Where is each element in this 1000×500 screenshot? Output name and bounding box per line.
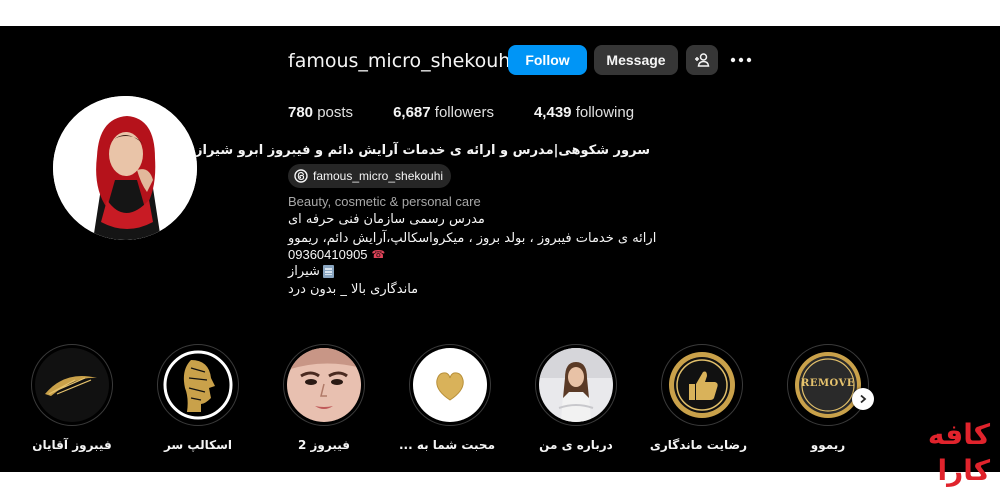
threads-link[interactable]: famous_micro_shekouhi	[288, 164, 452, 188]
golden-brow-icon	[35, 348, 109, 422]
bio-line: ارائه ی خدمات فیبروز ، بولد بروز ، میکرو…	[288, 231, 657, 246]
watermark-line: کافه	[927, 418, 990, 451]
highlight-cover	[161, 348, 235, 422]
remove-badge-text: REMOVE	[801, 378, 855, 389]
highlight-cover: REMOVE	[791, 348, 865, 422]
follow-button[interactable]: Follow	[508, 45, 587, 75]
followers-stat[interactable]: 6,687 followers	[393, 104, 494, 121]
followers-count: 6,687	[393, 104, 431, 121]
threads-icon	[294, 169, 308, 183]
highlight-label: رضایت ماندگاری	[649, 438, 747, 452]
threads-handle: famous_micro_shekouhi	[313, 169, 444, 183]
posts-stat: 780 posts	[288, 104, 353, 121]
face-photo	[287, 348, 361, 422]
highlight-cover	[665, 348, 739, 422]
profile-avatar[interactable]	[53, 96, 197, 240]
highlight-item[interactable]: فیبروز آقایان	[27, 344, 117, 452]
following-count: 4,439	[533, 104, 572, 121]
highlight-cover	[287, 348, 361, 422]
highlight-ring	[535, 344, 617, 426]
bio-city: شیراز	[288, 264, 334, 279]
add-user-icon	[695, 53, 710, 67]
portrait-photo	[539, 348, 613, 422]
highlight-ring	[409, 344, 491, 426]
highlight-label: ریموو	[810, 438, 846, 452]
more-dots-icon	[730, 57, 752, 63]
highlight-cover	[35, 348, 109, 422]
bio-phone: 09360410905 ☎	[288, 247, 385, 262]
highlight-ring	[31, 344, 113, 426]
bio-line: ماندگاری بالا _ بدون درد	[288, 282, 419, 297]
highlight-item[interactable]: فیبروز 2	[279, 344, 369, 452]
highlight-label: فیبروز آقایان	[32, 438, 112, 452]
story-highlights: فیبروز آقایان اسکالپ سر فیبروز 2 محبت شم…	[0, 344, 1000, 464]
posts-label: posts	[317, 104, 354, 121]
bio-line: مدرس رسمی سازمان فنی حرفه ای	[288, 212, 485, 227]
highlight-label: اسکالپ سر	[163, 438, 233, 452]
highlight-item[interactable]: رضایت ماندگاری	[649, 344, 747, 452]
highlight-label: فیبروز 2	[297, 438, 351, 452]
chevron-right-icon	[860, 394, 867, 404]
options-button[interactable]	[727, 48, 755, 72]
posts-count: 780	[288, 104, 314, 121]
profile-stats: 780 posts 6,687 followers 4,439 followin…	[288, 104, 674, 121]
highlight-ring	[661, 344, 743, 426]
suggested-users-button[interactable]	[686, 45, 718, 75]
watermark-logo: کافه کارا	[922, 420, 994, 496]
highlights-next-button[interactable]	[852, 388, 874, 410]
city-name: شیراز	[288, 264, 320, 279]
profile-full-name: سرور شکوهی|مدرس و ارائه ی خدمات آرایش دا…	[195, 143, 650, 158]
followers-label: followers	[434, 104, 494, 121]
highlight-label: محبت شما به ...	[398, 438, 495, 452]
watermark-line: کارا	[937, 454, 990, 487]
gold-thumbs-up-icon	[665, 348, 739, 422]
message-button[interactable]: Message	[594, 45, 678, 75]
highlight-cover	[539, 348, 613, 422]
highlight-cover	[413, 348, 487, 422]
profile-username: famous_micro_shekouhi	[288, 50, 516, 72]
golden-head-profile-icon	[161, 348, 235, 422]
highlight-item[interactable]: محبت شما به ...	[398, 344, 495, 452]
highlight-ring	[283, 344, 365, 426]
highlight-item[interactable]: اسکالپ سر	[153, 344, 243, 452]
highlight-label: درباره ی من	[539, 438, 613, 452]
highlight-ring: REMOVE	[787, 344, 869, 426]
profile-category: Beauty, cosmetic & personal care	[288, 194, 481, 209]
highlight-ring	[157, 344, 239, 426]
highlight-item[interactable]: درباره ی من	[531, 344, 621, 452]
following-stat[interactable]: 4,439 following	[534, 104, 634, 121]
telephone-icon: ☎	[371, 249, 386, 261]
following-label: following	[575, 104, 635, 121]
phone-number: 09360410905	[288, 247, 368, 262]
avatar-photo	[53, 96, 197, 240]
profile-page: famous_micro_shekouhi Follow Message 780…	[0, 26, 1000, 472]
gold-heart-icon	[413, 348, 487, 422]
building-icon	[322, 265, 334, 278]
